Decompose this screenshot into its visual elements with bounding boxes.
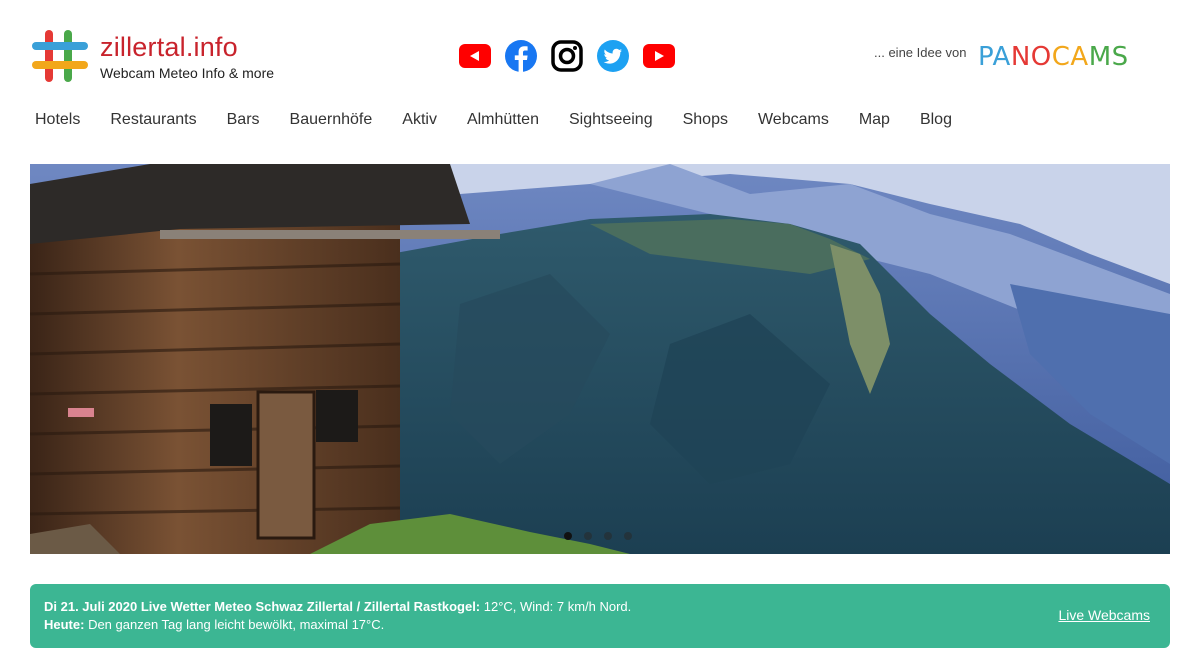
- slider-dot[interactable]: [564, 532, 572, 540]
- panocams-logo[interactable]: PANOCAMS: [978, 42, 1129, 72]
- nav-item-sightseeing[interactable]: Sightseeing: [554, 106, 668, 136]
- nav-item-bars[interactable]: Bars: [212, 106, 275, 136]
- social-links: [457, 38, 687, 74]
- nav-item-webcams[interactable]: Webcams: [743, 106, 844, 136]
- panocams-letter: A: [992, 42, 1011, 72]
- idea-text: ... eine Idee von: [874, 45, 967, 60]
- twitter-icon[interactable]: [595, 38, 631, 74]
- slider-dots: [564, 532, 644, 540]
- nav-item-blog[interactable]: Blog: [905, 106, 967, 136]
- nav-item-restaurants[interactable]: Restaurants: [95, 106, 211, 136]
- weather-location: Di 21. Juli 2020 Live Wetter Meteo Schwa…: [44, 599, 481, 614]
- panocams-letter: N: [1010, 42, 1031, 72]
- panocams-letter: P: [978, 42, 993, 72]
- nav-item-bauernhöfe[interactable]: Bauernhöfe: [275, 106, 388, 136]
- weather-current: Di 21. Juli 2020 Live Wetter Meteo Schwa…: [44, 598, 631, 616]
- slider-dot[interactable]: [604, 532, 612, 540]
- weather-current-values: 12°C, Wind: 7 km/h Nord.: [480, 599, 632, 614]
- youtube-alt-icon[interactable]: [457, 38, 493, 74]
- hero-image: [30, 164, 1170, 554]
- nav-item-map[interactable]: Map: [844, 106, 905, 136]
- nav-item-hotels[interactable]: Hotels: [20, 106, 95, 136]
- youtube-icon[interactable]: [641, 38, 677, 74]
- brand-name[interactable]: zillertal.info: [100, 32, 274, 62]
- panocams-letter: M: [1088, 42, 1112, 72]
- hero-slider[interactable]: [30, 164, 1170, 554]
- nav-item-almhütten[interactable]: Almhütten: [452, 106, 554, 136]
- live-webcams-link[interactable]: Live Webcams: [1058, 607, 1150, 623]
- panocams-letter: A: [1070, 42, 1089, 72]
- weather-today-forecast: Den ganzen Tag lang leicht bewölkt, maxi…: [84, 617, 385, 632]
- main-nav: Hotels Restaurants Bars Bauernhöfe Aktiv Almh…: [20, 106, 967, 136]
- weather-today-label: Heute:: [44, 617, 85, 632]
- instagram-icon[interactable]: [549, 38, 585, 74]
- panocams-letter: S: [1111, 42, 1129, 72]
- brand[interactable]: zillertal.info Webcam Meteo Info & more: [100, 32, 274, 82]
- logo-icon[interactable]: [30, 26, 90, 86]
- site-header: zillertal.info Webcam Meteo Info & more …: [0, 0, 1200, 100]
- nav-item-shops[interactable]: Shops: [668, 106, 743, 136]
- weather-bar: Di 21. Juli 2020 Live Wetter Meteo Schwa…: [30, 584, 1170, 648]
- slider-dot[interactable]: [624, 532, 632, 540]
- panocams-letter: C: [1051, 42, 1071, 72]
- brand-tagline: Webcam Meteo Info & more: [100, 65, 275, 81]
- weather-today: Heute: Den ganzen Tag lang leicht bewölk…: [44, 616, 384, 634]
- facebook-icon[interactable]: [503, 38, 539, 74]
- nav-item-aktiv[interactable]: Aktiv: [387, 106, 452, 136]
- panocams-letter: O: [1030, 42, 1052, 72]
- slider-dot[interactable]: [584, 532, 592, 540]
